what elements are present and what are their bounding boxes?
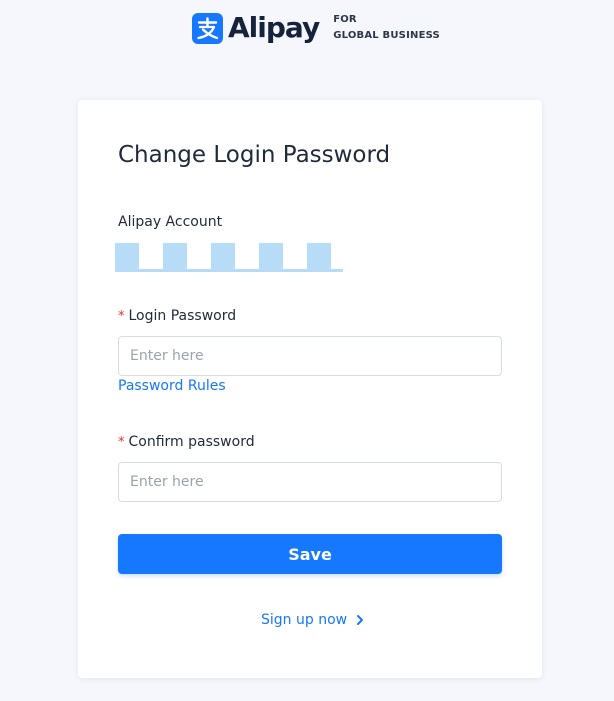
masked-account-value bbox=[115, 243, 343, 272]
alipay-logo-icon bbox=[192, 12, 223, 44]
sign-up-label: Sign up now bbox=[261, 612, 348, 628]
brand-tagline: FOR GLOBAL BUSINESS bbox=[333, 12, 440, 44]
brand-header: Alipay FOR GLOBAL BUSINESS bbox=[192, 11, 440, 45]
confirm-password-label-text: Confirm password bbox=[128, 434, 255, 450]
login-password-input[interactable] bbox=[118, 336, 502, 376]
chevron-right-icon bbox=[355, 614, 365, 626]
confirm-password-input[interactable] bbox=[118, 462, 502, 502]
page-title: Change Login Password bbox=[118, 142, 391, 168]
brand-tagline-line2: GLOBAL BUSINESS bbox=[333, 30, 440, 41]
brand-tagline-line1: FOR bbox=[333, 14, 357, 25]
account-label: Alipay Account bbox=[118, 214, 223, 230]
confirm-password-label: * Confirm password bbox=[118, 434, 255, 450]
save-button[interactable]: Save bbox=[118, 534, 502, 574]
change-password-card: Change Login Password Alipay Account * Lo… bbox=[78, 100, 542, 678]
password-rules-link[interactable]: Password Rules bbox=[118, 378, 226, 394]
login-password-label-text: Login Password bbox=[128, 308, 237, 324]
brand-name: Alipay bbox=[228, 11, 320, 44]
login-password-label: * Login Password bbox=[118, 308, 236, 324]
required-mark: * bbox=[118, 309, 125, 324]
required-mark: * bbox=[118, 435, 125, 450]
sign-up-link[interactable]: Sign up now bbox=[261, 612, 365, 628]
